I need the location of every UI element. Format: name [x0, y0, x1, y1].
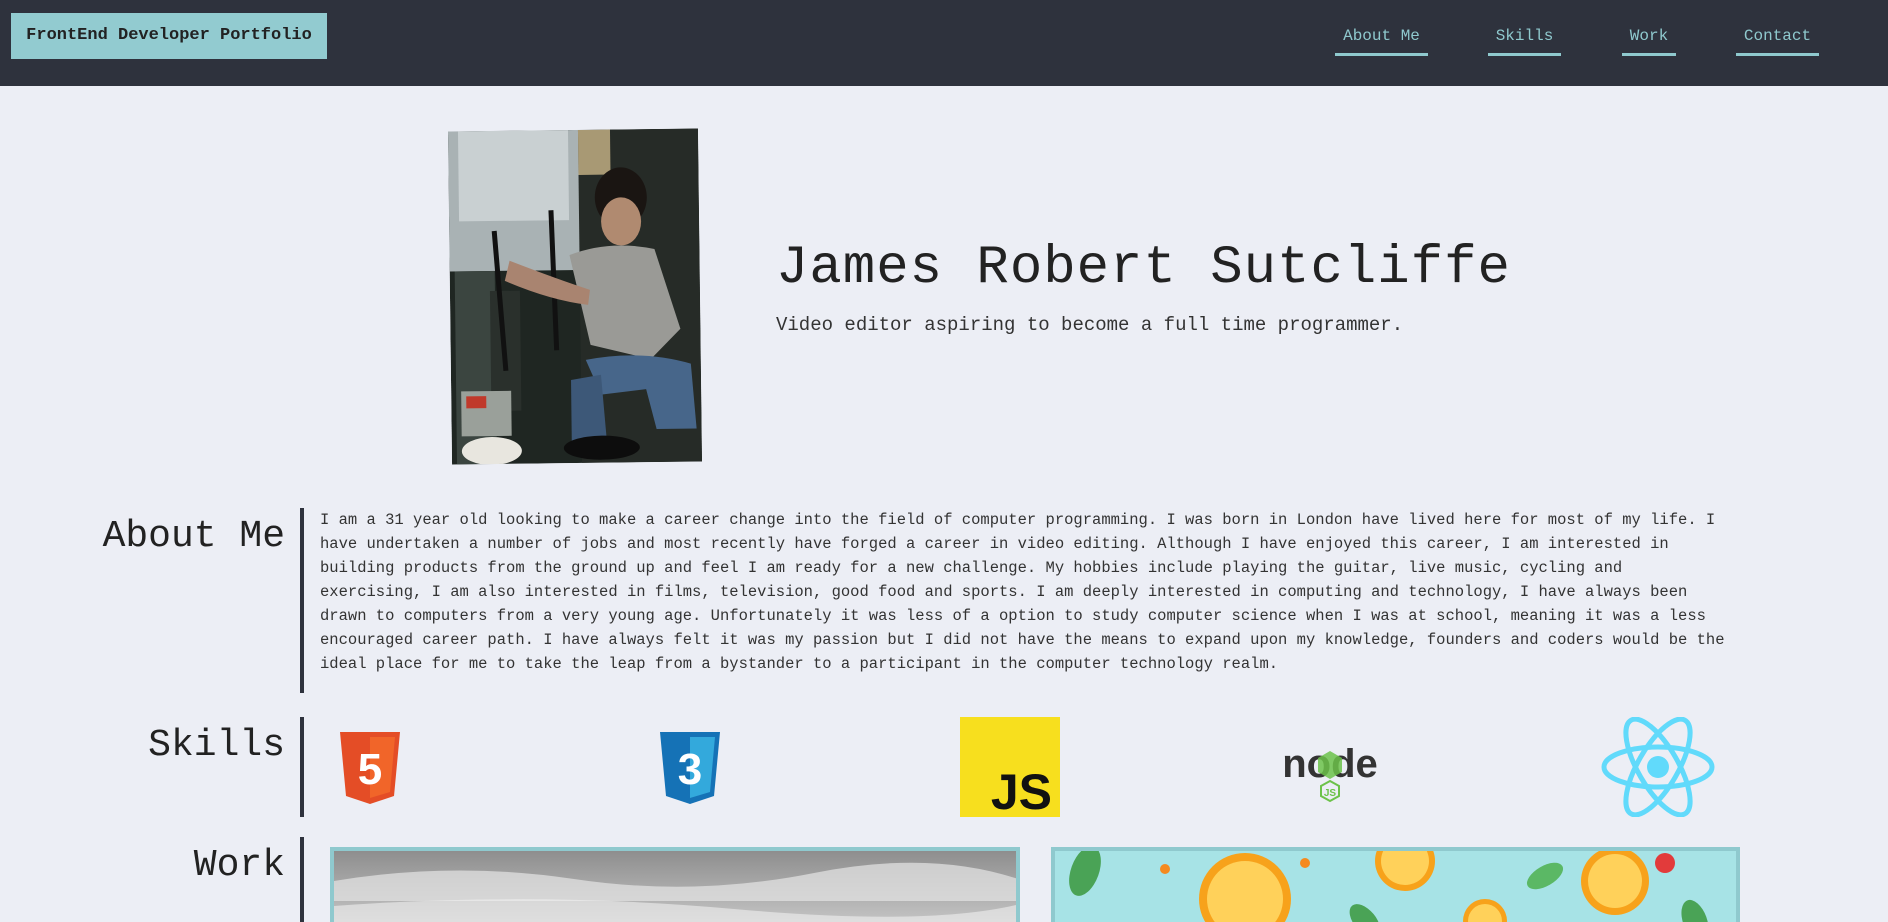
react-icon [1600, 716, 1716, 818]
work-heading: Work [193, 844, 285, 887]
javascript-icon: JS [960, 717, 1060, 820]
nav-link-skills[interactable]: Skills [1488, 24, 1561, 56]
top-navbar: FrontEnd Developer Portfolio About Me Sk… [0, 0, 1888, 86]
brand-logo[interactable]: FrontEnd Developer Portfolio [11, 13, 327, 59]
about-divider [300, 508, 304, 693]
about-me-text: I am a 31 year old looking to make a car… [320, 511, 1725, 673]
nav-link-about-me[interactable]: About Me [1335, 24, 1428, 56]
about-me-heading: About Me [102, 515, 285, 558]
work-project-card-1[interactable] [330, 847, 1020, 922]
html5-label: 5 [358, 745, 382, 794]
nodejs-sublabel: JS [1324, 788, 1337, 799]
hero-tagline: Video editor aspiring to become a full t… [776, 314, 1404, 336]
work-divider [300, 837, 304, 922]
javascript-label: JS [991, 764, 1052, 817]
skills-heading: Skills [148, 724, 285, 767]
profile-photo [447, 128, 703, 465]
skills-divider [300, 717, 304, 817]
nodejs-icon: node JS [1278, 717, 1382, 817]
css3-label: 3 [678, 745, 702, 794]
work-project-card-2[interactable] [1051, 847, 1740, 922]
nav-link-contact[interactable]: Contact [1736, 24, 1819, 56]
css3-icon: 3 [658, 717, 722, 817]
hero-name: James Robert Sutcliffe [776, 238, 1511, 299]
html5-icon: 5 [338, 717, 402, 817]
nav-link-work[interactable]: Work [1622, 24, 1676, 56]
